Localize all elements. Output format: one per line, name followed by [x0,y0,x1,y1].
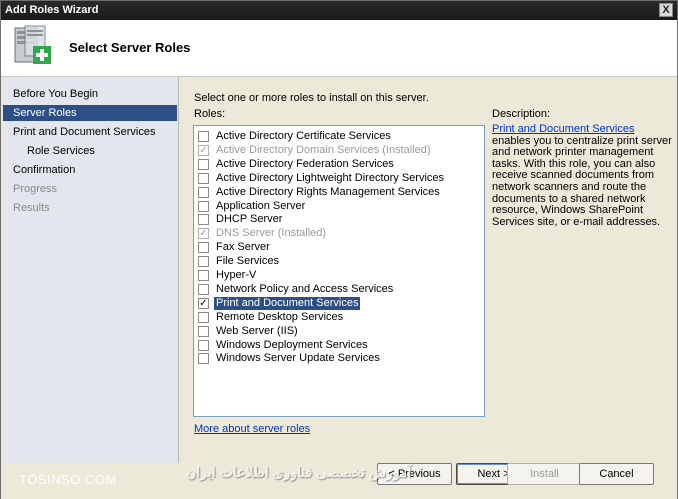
title-bar: Add Roles Wizard X [1,1,677,20]
nav-server-roles[interactable]: Server Roles [3,105,177,121]
role-checkbox[interactable] [198,158,209,170]
window-title: Add Roles Wizard [5,4,99,16]
role-label: Active Directory Rights Management Servi… [216,185,440,198]
role-label: Application Server [216,199,306,212]
role-label: Print and Document Services [214,296,361,310]
role-label: Remote Desktop Services [216,310,344,323]
cancel-button[interactable]: Cancel [579,463,654,485]
role-checkbox[interactable] [198,270,209,281]
role-checkbox[interactable] [198,283,209,295]
role-checkbox[interactable] [198,339,209,351]
role-label: Web Server (IIS) [216,324,298,337]
role-label: DHCP Server [216,213,283,226]
main-content: Select one or more roles to install on t… [179,77,677,463]
role-label: Hyper-V [216,269,257,281]
more-about-roles-link[interactable]: More about server roles [194,423,310,435]
role-checkbox[interactable] [198,172,209,184]
role-checkbox[interactable] [198,214,209,226]
nav-role-services[interactable]: Role Services [3,143,177,159]
role-checkbox[interactable] [198,242,209,254]
role-checkbox: ✓ [198,144,209,156]
role-checkbox[interactable] [198,200,209,212]
nav-progress: Progress [13,183,58,195]
server-add-icon [14,25,51,64]
close-button[interactable]: X [659,3,673,17]
role-label: Active Directory Federation Services [216,157,394,170]
role-checkbox[interactable] [198,325,209,337]
description-title: Description: [492,108,551,120]
role-checkbox: ✓ [198,228,209,240]
role-label: File Services [216,255,279,268]
wizard-header: Select Server Roles [1,20,677,77]
description-body: Print and Document Services enables you … [492,123,672,228]
role-label: DNS Server (Installed) [216,227,327,240]
nav-before-you-begin[interactable]: Before You Begin [3,86,177,102]
role-checkbox[interactable] [198,311,209,323]
role-checkbox[interactable] [198,256,209,268]
nav-confirmation[interactable]: Confirmation [3,162,177,178]
role-label: Network Policy and Access Services [216,282,394,295]
watermark-site: TOSINSO.COM [19,472,117,487]
role-checkbox[interactable] [198,186,209,198]
wizard-window: Add Roles Wizard X Select Server Roles B… [0,0,678,499]
roles-list[interactable]: Active Directory Certificate Services ✓ Ac… [193,125,485,417]
role-checkbox[interactable] [198,353,209,365]
wizard-steps-nav: Before You Begin Server Roles Print and … [3,77,179,463]
roles-label: Roles: [194,108,226,120]
role-label: Active Directory Lightweight Directory S… [216,171,445,184]
install-button: Install [507,463,582,485]
role-checkbox[interactable]: ✓ [198,297,209,309]
role-label: Active Directory Certificate Services [216,130,391,142]
page-title: Select Server Roles [69,40,191,55]
role-label: Windows Server Update Services [216,352,380,365]
role-label: Active Directory Domain Services (Instal… [216,143,431,156]
role-checkbox[interactable] [198,131,209,142]
nav-results: Results [13,202,50,214]
role-label: Windows Deployment Services [216,338,368,351]
watermark-slogan: آموزش تخصصی فناوری اطلاعات ایران [186,464,412,480]
description-text: enables you to centralize print server a… [492,134,672,228]
description-role-link[interactable]: Print and Document Services [492,123,634,135]
nav-print-document-services[interactable]: Print and Document Services [3,124,177,140]
role-label: Fax Server [216,241,270,254]
instruction-text: Select one or more roles to install on t… [194,92,429,104]
